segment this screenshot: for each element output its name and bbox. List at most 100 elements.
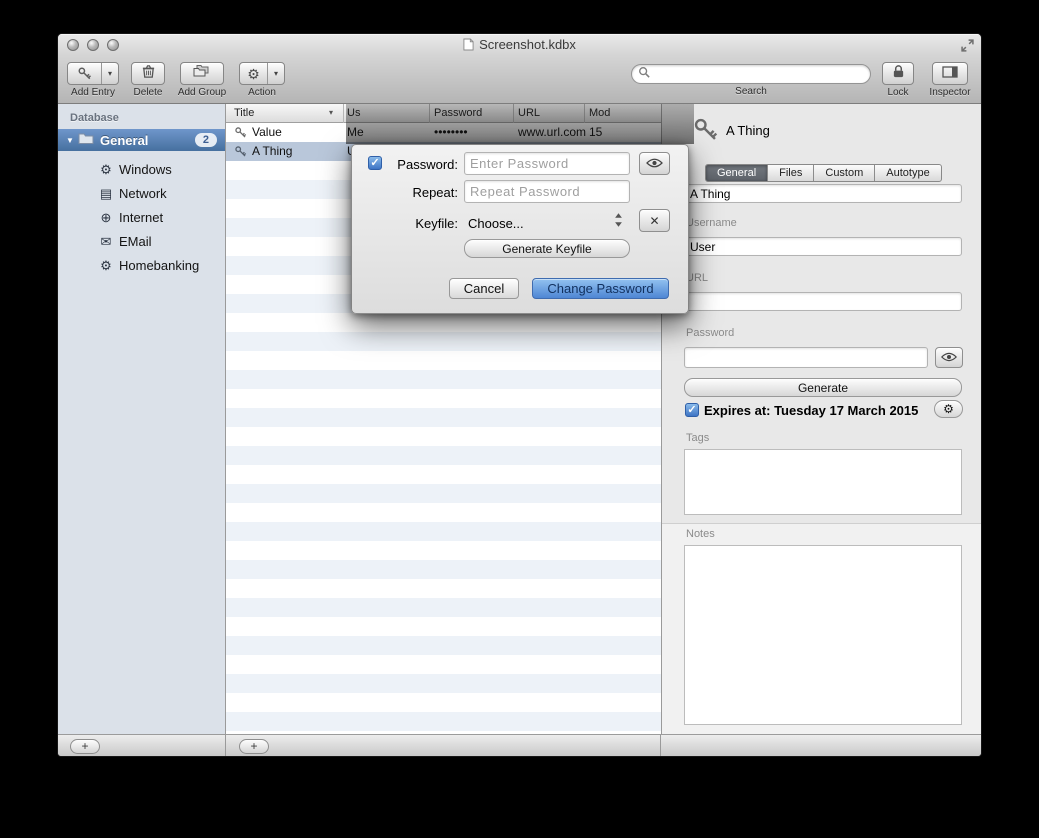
sort-indicator-icon: ▾ xyxy=(329,108,333,117)
keyfile-label: Keyfile: xyxy=(382,216,458,231)
password-checkbox[interactable]: ✓ xyxy=(368,156,382,170)
tab-general[interactable]: General xyxy=(706,165,767,181)
popup-stepper-icon[interactable] xyxy=(614,212,623,233)
show-password-button[interactable] xyxy=(935,347,963,368)
trash-icon xyxy=(141,64,156,84)
sidebar-item-label: Internet xyxy=(119,210,163,225)
action-group: ⚙ ▾ Action xyxy=(238,62,286,98)
sidebar-item-internet[interactable]: ⊕ Internet xyxy=(58,205,225,229)
fullscreen-icon[interactable] xyxy=(961,39,974,52)
search-input[interactable] xyxy=(654,67,864,81)
toolbar: ▾ Add Entry Delete Add Group xyxy=(58,56,981,104)
lock-icon xyxy=(892,64,905,84)
sidebar-item-windows[interactable]: ⚙ Windows xyxy=(58,157,225,181)
entry-count-badge: 2 xyxy=(195,133,217,147)
add-group-group: Add Group xyxy=(172,62,232,98)
inspector-entry-title: A Thing xyxy=(726,123,770,138)
app-window: Screenshot.kdbx ▾ Add Entry xyxy=(57,33,982,757)
window-title: Screenshot.kdbx xyxy=(479,37,576,52)
password-field[interactable] xyxy=(684,347,928,368)
sidebar-item-email[interactable]: ✉ EMail xyxy=(58,229,225,253)
lock-button[interactable] xyxy=(882,62,914,85)
url-field[interactable] xyxy=(684,292,962,311)
expiry-presets-button[interactable]: ⚙ xyxy=(934,400,963,418)
action-dropdown[interactable]: ▾ xyxy=(267,63,284,84)
add-entry-dropdown[interactable]: ▾ xyxy=(101,63,118,84)
search-group: Search xyxy=(628,64,874,97)
title-field[interactable] xyxy=(684,184,962,203)
search-field[interactable] xyxy=(631,64,871,84)
sidebar-section-header: Database xyxy=(70,112,119,124)
eye-icon xyxy=(941,349,957,367)
generate-password-button[interactable]: Generate xyxy=(684,378,962,397)
sidebar-item-network[interactable]: ▤ Network xyxy=(58,181,225,205)
inspector-panel-icon xyxy=(942,65,958,83)
sidebar-group-label: General xyxy=(100,133,195,148)
search-icon xyxy=(638,65,650,83)
tab-files[interactable]: Files xyxy=(767,165,813,181)
sidebar-item-label: Network xyxy=(119,186,167,201)
tab-autotype[interactable]: Autotype xyxy=(874,165,940,181)
password-input[interactable] xyxy=(464,152,630,175)
sheet-shadow-dim xyxy=(346,104,694,144)
inspector-label: Inspector xyxy=(929,87,970,98)
gear-icon: ⚙ xyxy=(98,163,114,176)
sidebar-item-homebanking[interactable]: ⚙ Homebanking xyxy=(58,253,225,277)
repeat-label: Repeat: xyxy=(382,185,458,200)
username-field[interactable] xyxy=(684,237,962,256)
cell-title: A Thing xyxy=(252,144,292,158)
change-password-button[interactable]: Change Password xyxy=(532,278,669,299)
document-icon xyxy=(463,38,474,54)
show-password-button[interactable] xyxy=(639,152,670,175)
action-button[interactable]: ⚙ ▾ xyxy=(239,62,285,85)
chevron-down-icon: ▾ xyxy=(108,69,112,78)
tags-label: Tags xyxy=(686,432,709,444)
gear-icon: ⚙ xyxy=(98,259,114,272)
clear-keyfile-button[interactable]: ✕ xyxy=(639,209,670,232)
url-label: URL xyxy=(686,272,708,284)
cell-title: Value xyxy=(252,125,282,139)
search-label: Search xyxy=(735,86,767,97)
repeat-input[interactable] xyxy=(464,180,630,203)
expires-label: Expires at: Tuesday 17 March 2015 xyxy=(704,403,918,418)
keyfile-popup[interactable]: Choose... xyxy=(468,216,524,231)
sidebar-group-general[interactable]: ▼ General 2 xyxy=(58,129,225,151)
delete-button[interactable] xyxy=(131,62,165,85)
add-group-footer-button[interactable]: + xyxy=(70,739,100,754)
generate-keyfile-button[interactable]: Generate Keyfile xyxy=(464,239,630,258)
add-group-label: Add Group xyxy=(178,87,226,98)
sidebar: Database ▼ General 2 ⚙ Windows ▤ Network… xyxy=(58,104,226,734)
column-header-title[interactable]: Title xyxy=(234,107,254,119)
lock-group: Lock xyxy=(880,62,916,98)
lock-label: Lock xyxy=(887,87,908,98)
password-label: Password: xyxy=(382,157,458,172)
folder-icon xyxy=(78,131,94,149)
expires-checkbox[interactable]: ✓ xyxy=(685,403,699,417)
display-icon: ▤ xyxy=(98,187,114,200)
add-group-button[interactable] xyxy=(180,62,224,85)
tab-custom[interactable]: Custom xyxy=(813,165,874,181)
inspector-group: Inspector xyxy=(922,62,978,98)
folders-icon xyxy=(192,64,212,83)
titlebar: Screenshot.kdbx xyxy=(58,34,981,56)
window-title-area: Screenshot.kdbx xyxy=(58,37,981,54)
envelope-icon: ✉ xyxy=(98,235,114,248)
password-label: Password xyxy=(686,327,734,339)
gear-icon: ⚙ xyxy=(240,63,267,84)
inspector-button[interactable] xyxy=(932,62,968,85)
notes-input[interactable] xyxy=(684,545,962,725)
delete-group: Delete xyxy=(128,62,168,98)
username-label: Username xyxy=(686,217,737,229)
add-entry-label: Add Entry xyxy=(71,87,115,98)
action-label: Action xyxy=(248,87,276,98)
key-icon xyxy=(68,63,101,84)
chevron-down-icon: ▾ xyxy=(274,69,278,78)
footer-bar: + + xyxy=(58,734,982,757)
key-icon xyxy=(692,116,719,148)
inspector-panel: A Thing General Files Custom Autotype Us… xyxy=(661,104,982,734)
tags-input[interactable] xyxy=(684,449,962,515)
add-entry-footer-button[interactable]: + xyxy=(239,739,269,754)
disclosure-triangle-icon[interactable]: ▼ xyxy=(66,136,78,145)
cancel-button[interactable]: Cancel xyxy=(449,278,519,299)
add-entry-button[interactable]: ▾ xyxy=(67,62,119,85)
